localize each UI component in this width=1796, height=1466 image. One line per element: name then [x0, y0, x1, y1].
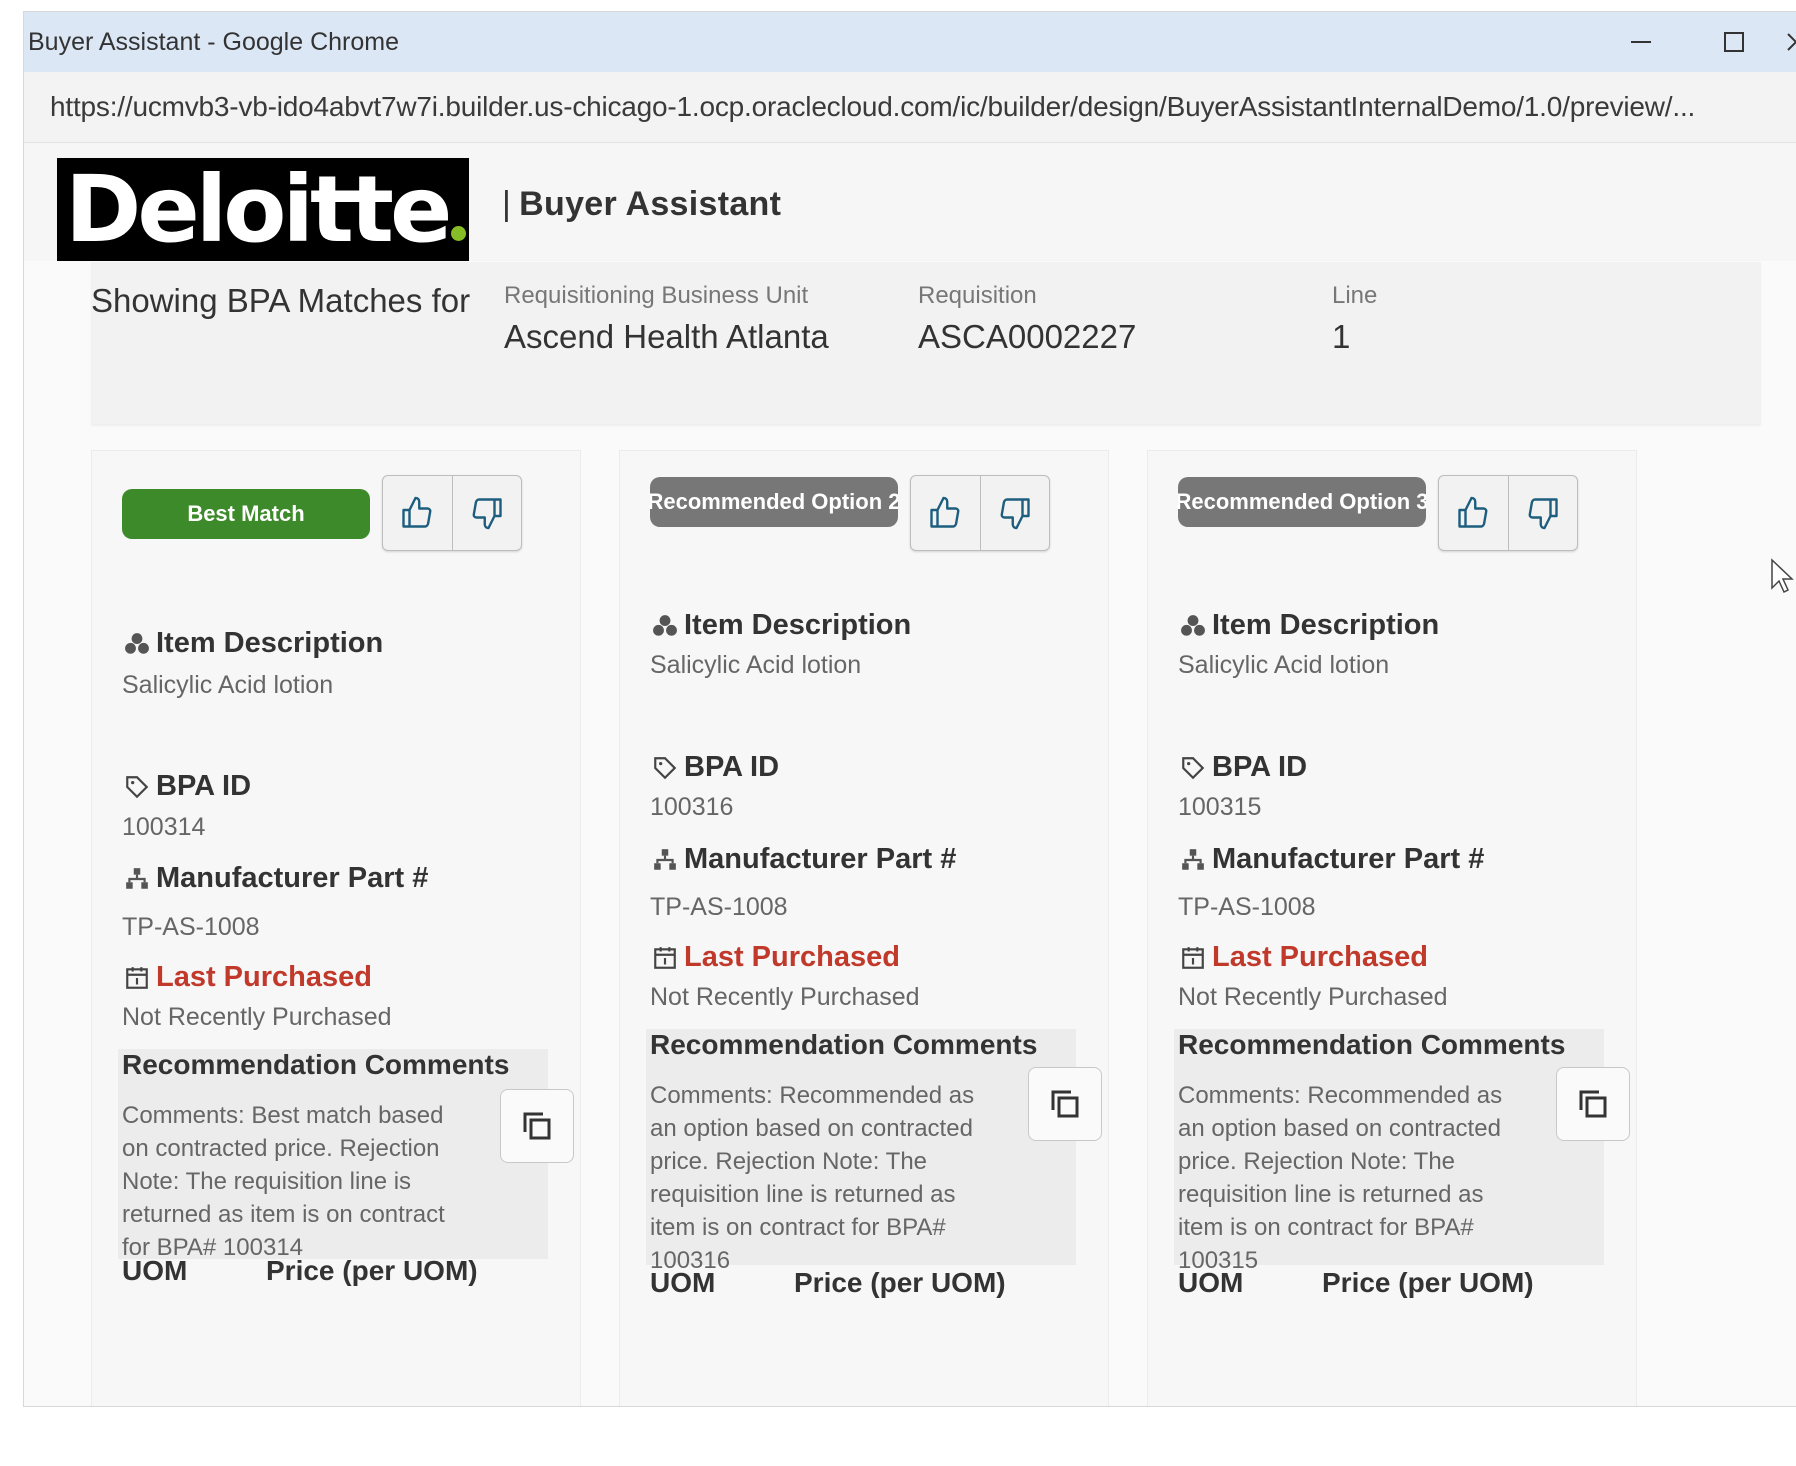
item-description-heading: Item Description: [1178, 609, 1439, 642]
bpa-id-heading: BPA ID: [122, 770, 251, 803]
business-unit-field: Requisitioning Business Unit Ascend Heal…: [504, 282, 829, 355]
items-icon: [1178, 611, 1208, 641]
title-bar: Buyer Assistant - Google Chrome: [24, 12, 1796, 72]
recommendation-comments-title: Recommendation Comments: [650, 1029, 1038, 1060]
feedback-buttons: [1438, 475, 1578, 551]
thumbs-down-icon[interactable]: [1507, 476, 1578, 550]
recommendation-comments-text: Comments: Recommended as an option based…: [1178, 1082, 1503, 1274]
item-description-value: Salicylic Acid lotion: [650, 651, 862, 679]
recommendation-comments: Recommendation Comments Comments: Best m…: [118, 1049, 574, 1261]
line-field: Line 1: [1332, 282, 1378, 355]
thumbs-up-icon[interactable]: [383, 476, 452, 550]
copy-icon[interactable]: [1028, 1067, 1102, 1141]
recommendation-comments: Recommendation Comments Comments: Recomm…: [1174, 1029, 1630, 1274]
tag-icon: [650, 753, 680, 783]
close-icon[interactable]: [1766, 12, 1796, 72]
hierarchy-icon: [650, 845, 680, 875]
bpa-id-value: 100315: [1178, 793, 1262, 821]
recommended-badge: Recommended Option 3: [1178, 477, 1426, 527]
minimize-icon[interactable]: [1611, 12, 1671, 72]
last-purchased-value: Not Recently Purchased: [1178, 983, 1448, 1011]
bpa-card-best-match: Best Match Item Description Salicylic Ac…: [91, 450, 581, 1406]
requisition-field: Requisition ASCA0002227: [918, 282, 1137, 355]
thumbs-down-icon[interactable]: [451, 476, 522, 550]
recommendation-comments: Recommendation Comments Comments: Recomm…: [646, 1029, 1102, 1274]
recommendation-comments-title: Recommendation Comments: [122, 1049, 510, 1080]
bpa-id-heading: BPA ID: [1178, 751, 1307, 784]
logo-dot: [451, 226, 467, 241]
manufacturer-part-value: TP-AS-1008: [1178, 893, 1316, 921]
calendar-icon: [122, 963, 152, 993]
manufacturer-part-heading: Manufacturer Part #: [1178, 843, 1484, 876]
copy-icon[interactable]: [500, 1089, 574, 1163]
calendar-icon: [1178, 943, 1208, 973]
tag-icon: [122, 772, 152, 802]
app-title: | Buyer Assistant: [502, 185, 782, 223]
items-icon: [122, 629, 152, 659]
last-purchased-heading: Last Purchased: [1178, 941, 1428, 974]
deloitte-logo: Deloitte: [57, 158, 469, 261]
last-purchased-value: Not Recently Purchased: [650, 983, 920, 1011]
uom-label: UOM: [1178, 1267, 1244, 1298]
manufacturer-part-value: TP-AS-1008: [650, 893, 788, 921]
hierarchy-icon: [122, 864, 152, 894]
app-header: Deloitte | Buyer Assistant: [24, 143, 1796, 261]
context-heading: Showing BPA Matches for: [91, 282, 471, 319]
bpa-id-heading: BPA ID: [650, 751, 779, 784]
tag-icon: [1178, 753, 1208, 783]
price-label: Price (per UOM): [794, 1267, 1006, 1298]
last-purchased-value: Not Recently Purchased: [122, 1003, 392, 1031]
bpa-id-value: 100316: [650, 793, 734, 821]
recommendation-comments-title: Recommendation Comments: [1178, 1029, 1566, 1060]
thumbs-up-icon[interactable]: [1439, 476, 1508, 550]
manufacturer-part-heading: Manufacturer Part #: [650, 843, 956, 876]
best-match-badge: Best Match: [122, 489, 370, 539]
manufacturer-part-value: TP-AS-1008: [122, 913, 260, 941]
recommended-badge: Recommended Option 2: [650, 477, 898, 527]
thumbs-up-icon[interactable]: [911, 476, 980, 550]
hierarchy-icon: [1178, 845, 1208, 875]
window-title: Buyer Assistant - Google Chrome: [28, 27, 399, 56]
price-label: Price (per UOM): [266, 1255, 478, 1286]
calendar-icon: [650, 943, 680, 973]
recommendation-comments-text: Comments: Best match based on contracted…: [122, 1102, 445, 1261]
item-description-value: Salicylic Acid lotion: [122, 671, 334, 699]
uom-label: UOM: [122, 1255, 188, 1286]
manufacturer-part-heading: Manufacturer Part #: [122, 862, 428, 895]
feedback-buttons: [382, 475, 522, 551]
uom-label: UOM: [650, 1267, 716, 1298]
price-label: Price (per UOM): [1322, 1267, 1534, 1298]
copy-icon[interactable]: [1556, 1067, 1630, 1141]
feedback-buttons: [910, 475, 1050, 551]
browser-window: Buyer Assistant - Google Chrome https://…: [24, 12, 1796, 1406]
bpa-card-option-3: Recommended Option 3 Item Description Sa…: [1147, 450, 1637, 1406]
item-description-heading: Item Description: [122, 627, 383, 660]
recommendation-comments-text: Comments: Recommended as an option based…: [650, 1082, 975, 1274]
thumbs-down-icon[interactable]: [979, 476, 1050, 550]
bpa-card-option-2: Recommended Option 2 Item Description Sa…: [619, 450, 1109, 1406]
address-bar[interactable]: https://ucmvb3-vb-ido4abvt7w7i.builder.u…: [24, 72, 1796, 143]
items-icon: [650, 611, 680, 641]
item-description-heading: Item Description: [650, 609, 911, 642]
last-purchased-heading: Last Purchased: [122, 961, 372, 994]
bpa-id-value: 100314: [122, 813, 206, 841]
url-text[interactable]: https://ucmvb3-vb-ido4abvt7w7i.builder.u…: [24, 91, 1695, 123]
item-description-value: Salicylic Acid lotion: [1178, 651, 1390, 679]
maximize-icon[interactable]: [1704, 12, 1764, 72]
requisition-context: Showing BPA Matches for Requisitioning B…: [91, 262, 1761, 424]
cursor-icon: [1770, 558, 1794, 599]
last-purchased-heading: Last Purchased: [650, 941, 900, 974]
